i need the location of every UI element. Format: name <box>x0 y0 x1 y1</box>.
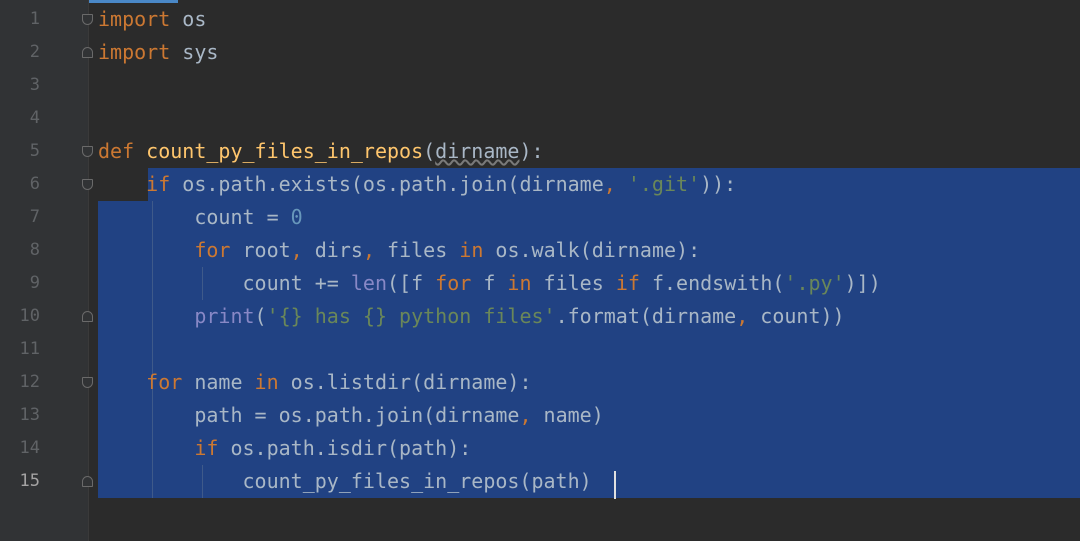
code-token: root <box>230 238 291 262</box>
code-token: for <box>194 238 231 262</box>
code-token: in <box>254 370 279 394</box>
code-token: print <box>194 304 255 328</box>
code-token: os.path.exists(os.path.join(dirname <box>170 172 604 196</box>
code-token: if <box>146 172 171 196</box>
code-line[interactable]: if os.path.exists(os.path.join(dirname, … <box>98 168 1080 201</box>
code-token: os <box>170 7 207 31</box>
code-token: 0 <box>290 205 303 229</box>
code-token: , <box>362 238 375 262</box>
code-token: def <box>98 139 135 163</box>
code-line[interactable]: count_py_files_in_repos(path) <box>98 465 1080 498</box>
code-token: sys <box>170 40 219 64</box>
code-token: path = os.path.join(dirname <box>98 403 520 427</box>
text-caret <box>614 471 616 499</box>
line-number[interactable]: 13 <box>0 399 40 432</box>
code-line[interactable]: if os.path.isdir(path): <box>98 432 1080 465</box>
fold-close-icon[interactable] <box>82 311 93 322</box>
code-token: , <box>603 172 616 196</box>
code-token: len <box>350 271 387 295</box>
fold-open-icon[interactable] <box>82 14 93 25</box>
code-token: , <box>290 238 303 262</box>
code-token: '.git' <box>627 172 701 196</box>
code-token: )): <box>700 172 737 196</box>
fold-open-icon[interactable] <box>82 146 93 157</box>
code-token: ( <box>423 139 436 163</box>
code-token: dirs <box>302 238 363 262</box>
fold-close-icon[interactable] <box>82 476 93 487</box>
line-number[interactable]: 12 <box>0 366 40 399</box>
code-token: count)) <box>748 304 845 328</box>
code-token: .format(dirname <box>555 304 737 328</box>
code-line[interactable]: for root, dirs, files in os.walk(dirname… <box>98 234 1080 267</box>
code-token: count += <box>98 271 351 295</box>
line-number[interactable]: 2 <box>0 36 40 69</box>
code-token: '.py' <box>784 271 845 295</box>
line-number[interactable]: 1 <box>0 3 40 36</box>
code-token: for <box>435 271 472 295</box>
code-line[interactable]: count += len([f for f in files if f.ends… <box>98 267 1080 300</box>
code-token: import <box>98 7 171 31</box>
code-line[interactable]: import sys <box>98 36 1080 69</box>
code-token: name <box>182 370 255 394</box>
code-token: for <box>146 370 183 394</box>
fold-open-icon[interactable] <box>82 179 93 190</box>
code-line[interactable]: import os <box>98 3 1080 36</box>
line-number[interactable]: 10 <box>0 300 40 333</box>
code-token: os.walk(dirname): <box>483 238 701 262</box>
code-token: os.path.isdir(path): <box>218 436 472 460</box>
fold-close-icon[interactable] <box>82 47 93 58</box>
fold-open-icon[interactable] <box>82 377 93 388</box>
code-line[interactable]: path = os.path.join(dirname, name) <box>98 399 1080 432</box>
code-token: ): <box>519 139 544 163</box>
code-token: count = <box>98 205 291 229</box>
line-number[interactable]: 8 <box>0 234 40 267</box>
code-token: count_py_files_in_repos(path) <box>98 469 592 493</box>
line-number[interactable]: 5 <box>0 135 40 168</box>
code-editor[interactable]: 1 2 3 4 5 6 7 8 9 10 11 12 13 14 15 import os import sy… <box>0 0 1080 541</box>
code-token: )]) <box>844 271 881 295</box>
line-number[interactable]: 3 <box>0 69 40 102</box>
line-number[interactable]: 9 <box>0 267 40 300</box>
code-token: files <box>531 271 616 295</box>
line-number[interactable]: 15 <box>0 465 40 498</box>
code-line[interactable] <box>98 69 1080 102</box>
code-token: f.endswith( <box>639 271 785 295</box>
code-token: files <box>374 238 460 262</box>
code-token: '{} has {} python files' <box>266 304 556 328</box>
line-number[interactable]: 7 <box>0 201 40 234</box>
code-token: dirname <box>435 139 520 163</box>
line-number[interactable]: 6 <box>0 168 40 201</box>
code-token: , <box>736 304 749 328</box>
line-number[interactable]: 11 <box>0 333 40 366</box>
code-line[interactable] <box>98 333 1080 366</box>
code-token: ( <box>254 304 267 328</box>
code-line[interactable] <box>98 102 1080 135</box>
code-token: import <box>98 40 171 64</box>
code-token: count_py_files_in_repos <box>146 139 424 163</box>
line-number[interactable]: 4 <box>0 102 40 135</box>
code-line[interactable]: def count_py_files_in_repos(dirname): <box>98 135 1080 168</box>
code-token: if <box>194 436 219 460</box>
code-token: in <box>459 238 484 262</box>
code-token: in <box>507 271 532 295</box>
code-token: , <box>519 403 532 427</box>
line-number[interactable]: 14 <box>0 432 40 465</box>
code-token: name) <box>531 403 604 427</box>
code-line[interactable]: print('{} has {} python files'.format(di… <box>98 300 1080 333</box>
code-token: f <box>471 271 508 295</box>
code-token: if <box>615 271 640 295</box>
code-token: os.listdir(dirname): <box>278 370 532 394</box>
code-line[interactable]: count = 0 <box>98 201 1080 234</box>
code-token: ([f <box>387 271 436 295</box>
code-line[interactable]: for name in os.listdir(dirname): <box>98 366 1080 399</box>
